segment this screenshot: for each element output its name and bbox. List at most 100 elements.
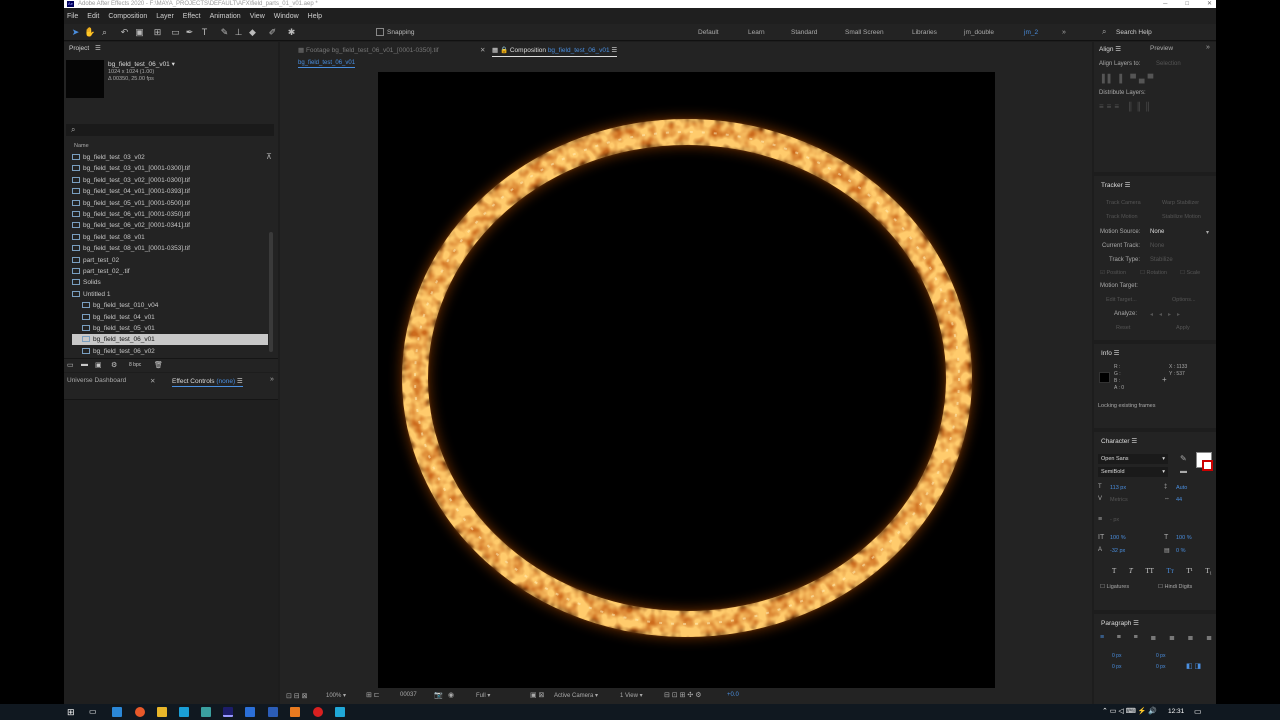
- align-center-icon[interactable]: ≡: [1117, 634, 1121, 642]
- indent-left-field[interactable]: 0 px: [1112, 653, 1121, 659]
- brush-tool-icon[interactable]: ✎: [219, 27, 230, 38]
- name-column-header[interactable]: Name: [74, 143, 89, 149]
- align-right-icon[interactable]: ≡: [1134, 634, 1138, 642]
- workspace-jm-double[interactable]: jm_double: [964, 29, 994, 36]
- delete-icon[interactable]: 🗑: [154, 361, 163, 369]
- distribute-buttons[interactable]: ≡≡≡ ║║║: [1099, 102, 1153, 111]
- align-left-icon[interactable]: ≡: [1100, 634, 1104, 642]
- project-item[interactable]: bg_field_test_06_v01_[0001-0350].tif: [72, 209, 268, 220]
- file-explorer-icon[interactable]: [157, 707, 167, 717]
- leading-field[interactable]: Auto: [1176, 485, 1187, 491]
- close-icon[interactable]: ✕: [1207, 0, 1212, 8]
- menu-view[interactable]: View: [250, 13, 265, 20]
- region-of-interest-icon[interactable]: ⊡ ⊟ ⊠: [286, 692, 308, 700]
- taskbar-app-9-icon[interactable]: [290, 707, 300, 717]
- font-style-dropdown[interactable]: SemiBold ▾: [1098, 467, 1168, 477]
- start-icon[interactable]: ⊞: [67, 707, 75, 718]
- rotation-checkbox[interactable]: ☐ Rotation: [1140, 270, 1167, 276]
- maximize-icon[interactable]: □: [1185, 0, 1189, 8]
- indent-right-field[interactable]: 0 px: [1156, 653, 1165, 659]
- menu-animation[interactable]: Animation: [210, 13, 241, 20]
- horizontal-scale-field[interactable]: 100 %: [1176, 535, 1192, 541]
- kerning-field[interactable]: Metrics: [1110, 497, 1128, 503]
- snapping-checkbox[interactable]: [376, 28, 384, 36]
- comp-name[interactable]: bg_field_test_06_v01 ▾: [108, 60, 175, 68]
- search-icon[interactable]: ⌕: [1102, 27, 1106, 37]
- after-effects-taskbar-icon[interactable]: [223, 707, 233, 717]
- project-item[interactable]: bg_field_test_08_v01_[0001-0353].tif: [72, 243, 268, 254]
- hindi-digits-checkbox[interactable]: ☐ Hindi Digits: [1158, 584, 1192, 590]
- workspace-small-screen[interactable]: Small Screen: [845, 29, 884, 36]
- stroke-width-field[interactable]: - px: [1110, 517, 1119, 523]
- eyedropper-icon[interactable]: ✎: [1180, 454, 1187, 463]
- pen-tool-icon[interactable]: ✒: [184, 27, 195, 38]
- workspace-jm-2[interactable]: jm_2: [1024, 29, 1038, 36]
- space-before-field[interactable]: 0 px: [1112, 664, 1121, 670]
- project-item[interactable]: bg_field_test_04_v01_[0001-0393].tif: [72, 186, 268, 197]
- taskbar-app-1-icon[interactable]: [112, 707, 122, 717]
- menu-edit[interactable]: Edit: [87, 13, 99, 20]
- bpc-label[interactable]: 8 bpc: [129, 362, 141, 368]
- view-layout-dropdown[interactable]: 1 View ▾: [620, 692, 643, 699]
- apply-button[interactable]: Apply: [1176, 325, 1190, 331]
- panel-overflow-icon[interactable]: »: [270, 376, 274, 383]
- firefox-icon[interactable]: [135, 707, 145, 717]
- tsume-field[interactable]: 0 %: [1176, 548, 1185, 554]
- superscript-button[interactable]: T¹: [1186, 567, 1192, 575]
- project-item[interactable]: bg_field_test_010_v04: [72, 300, 268, 311]
- more-workspaces-icon[interactable]: »: [1062, 29, 1066, 36]
- subscript-button[interactable]: T₁: [1205, 567, 1212, 575]
- clock[interactable]: 12:31: [1168, 708, 1184, 715]
- chevron-down-icon[interactable]: ▾: [1206, 229, 1209, 236]
- grid-guides-icon[interactable]: ⊞ ⊏: [366, 691, 380, 699]
- workspace-learn[interactable]: Learn: [748, 29, 765, 36]
- viewer-options-icons[interactable]: ⊟ ⊡ ⊞ ✣ ⚙: [664, 691, 702, 699]
- new-comp-icon[interactable]: ▣: [95, 361, 102, 369]
- resolution-dropdown[interactable]: Full ▾: [476, 692, 490, 699]
- menu-composition[interactable]: Composition: [108, 13, 147, 20]
- menu-help[interactable]: Help: [308, 13, 322, 20]
- exposure-value[interactable]: +0.0: [727, 692, 739, 698]
- workspace-default[interactable]: Default: [698, 29, 719, 36]
- menu-effect[interactable]: Effect: [183, 13, 201, 20]
- vertical-scale-field[interactable]: 100 %: [1110, 535, 1126, 541]
- direction-icons[interactable]: ◧ ◨: [1186, 662, 1201, 670]
- tracking-field[interactable]: 44: [1176, 497, 1182, 503]
- project-item[interactable]: bg_field_test_03_v02: [72, 152, 268, 163]
- stabilize-motion-button[interactable]: Stabilize Motion: [1162, 214, 1201, 220]
- project-item[interactable]: bg_field_test_06_v02: [72, 346, 268, 357]
- position-checkbox[interactable]: ☑ Position: [1100, 270, 1126, 276]
- project-scrollbar[interactable]: [269, 232, 273, 352]
- transparency-grid-icon[interactable]: ▣ ⊠: [530, 691, 544, 699]
- reset-button[interactable]: Reset: [1116, 325, 1130, 331]
- project-search-input[interactable]: ⌕: [66, 124, 274, 136]
- justify-all-icon[interactable]: ≣: [1206, 634, 1212, 642]
- comp-nav-breadcrumb[interactable]: bg_field_test_06_v01: [298, 60, 356, 68]
- menu-window[interactable]: Window: [274, 13, 299, 20]
- taskbar-app-11-icon[interactable]: [335, 707, 345, 717]
- system-tray-icons[interactable]: ⌃ ▭ ◁ ⌨ ⚡ 🔊: [1102, 707, 1157, 715]
- baseline-shift-field[interactable]: -32 px: [1110, 548, 1125, 554]
- shape-tool-icon[interactable]: ▭: [170, 27, 181, 38]
- tab-universe-dashboard[interactable]: Universe Dashboard: [67, 377, 126, 384]
- project-tab[interactable]: Project: [69, 45, 89, 52]
- zoom-tool-icon[interactable]: ⌕: [99, 27, 110, 38]
- project-settings-icon[interactable]: ⚙: [111, 361, 117, 369]
- project-item[interactable]: bg_field_test_05_v01_[0001-0500].tif: [72, 198, 268, 209]
- show-channel-icon[interactable]: ◉: [448, 691, 454, 699]
- options-button[interactable]: Options...: [1172, 297, 1196, 303]
- project-item[interactable]: Untitled 1: [72, 289, 268, 300]
- project-item[interactable]: bg_field_test_08_v01: [72, 232, 268, 243]
- all-caps-button[interactable]: TT: [1145, 567, 1154, 575]
- word-icon[interactable]: [268, 707, 278, 717]
- tab-preview[interactable]: Preview: [1150, 45, 1173, 52]
- tab-effect-controls[interactable]: Effect Controls (none) ☰: [172, 377, 243, 387]
- track-motion-button[interactable]: Track Motion: [1106, 214, 1138, 220]
- taskbar-app-10-icon[interactable]: [313, 707, 323, 717]
- close-tab-icon[interactable]: ✕: [150, 377, 155, 385]
- clone-stamp-tool-icon[interactable]: ⊥: [233, 27, 244, 38]
- selection-tool-icon[interactable]: ➤: [70, 27, 81, 38]
- space-after-field[interactable]: 0 px: [1156, 664, 1165, 670]
- panel-overflow-icon[interactable]: »: [1206, 44, 1210, 51]
- camera-view-dropdown[interactable]: Active Camera ▾: [554, 692, 598, 699]
